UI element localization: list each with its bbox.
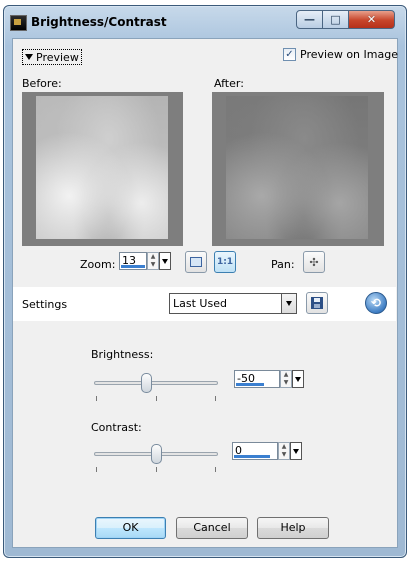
before-label: Before: bbox=[22, 77, 62, 90]
maximize-icon: □ bbox=[330, 13, 341, 26]
settings-preset-select[interactable]: Last Used bbox=[169, 293, 297, 314]
save-preset-button[interactable] bbox=[306, 292, 328, 314]
zoom-to-fit-icon bbox=[190, 257, 202, 267]
brightness-label: Brightness: bbox=[91, 348, 154, 361]
maximize-button[interactable]: □ bbox=[323, 10, 349, 29]
spin-up-icon: ▲ bbox=[281, 443, 287, 450]
help-button[interactable]: Help bbox=[257, 517, 329, 539]
before-preview-image bbox=[36, 96, 168, 239]
contrast-dropdown-button[interactable] bbox=[290, 442, 302, 460]
zoom-input[interactable]: 13 bbox=[119, 252, 147, 270]
brightness-stepper[interactable]: ▲ ▼ bbox=[280, 370, 292, 388]
spin-up-icon: ▲ bbox=[150, 253, 156, 260]
preview-toggle-label: Preview bbox=[36, 50, 79, 64]
after-label: After: bbox=[214, 77, 244, 90]
actual-size-button[interactable]: 1:1 bbox=[214, 251, 236, 273]
pan-label: Pan: bbox=[271, 258, 295, 271]
pan-move-icon: ✣ bbox=[309, 255, 319, 269]
preview-toggle[interactable]: Preview bbox=[22, 49, 82, 65]
minimize-icon: — bbox=[304, 13, 315, 26]
close-button[interactable]: ✕ bbox=[349, 10, 395, 29]
spin-up-icon: ▲ bbox=[283, 371, 289, 378]
preview-on-image-checkbox[interactable]: ✓ Preview on Image bbox=[283, 48, 398, 61]
contrast-stepper[interactable]: ▲ ▼ bbox=[278, 442, 290, 460]
brightness-slider-ticks bbox=[94, 396, 218, 401]
window-title: Brightness/Contrast bbox=[31, 15, 167, 29]
spin-down-icon: ▼ bbox=[283, 379, 289, 386]
zoom-dropdown-button[interactable] bbox=[159, 252, 171, 270]
contrast-fill-bar bbox=[234, 455, 270, 458]
zoom-fill-bar bbox=[121, 265, 145, 268]
window-controls: — □ ✕ bbox=[296, 10, 400, 32]
brightness-input[interactable]: -50 bbox=[234, 370, 280, 388]
brightness-slider-track bbox=[94, 381, 218, 385]
actual-size-icon: 1:1 bbox=[216, 257, 234, 267]
brightness-slider[interactable] bbox=[94, 373, 218, 401]
cancel-button[interactable]: Cancel bbox=[176, 517, 248, 539]
brightness-dropdown-button[interactable] bbox=[292, 370, 304, 388]
preview-on-image-label: Preview on Image bbox=[300, 48, 398, 61]
minimize-button[interactable]: — bbox=[296, 10, 323, 29]
close-icon: ✕ bbox=[366, 13, 377, 26]
spin-down-icon: ▼ bbox=[281, 451, 287, 458]
zoom-stepper[interactable]: ▲ ▼ bbox=[147, 252, 159, 270]
checkmark-icon: ✓ bbox=[283, 48, 296, 61]
app-icon bbox=[10, 15, 27, 31]
dropdown-arrow-icon bbox=[162, 258, 168, 264]
brightness-spinner[interactable]: -50 ▲ ▼ bbox=[234, 370, 304, 390]
brightness-fill-bar bbox=[236, 383, 264, 386]
ok-button[interactable]: OK bbox=[95, 517, 166, 539]
contrast-slider[interactable] bbox=[94, 444, 218, 472]
zoom-spinner[interactable]: 13 ▲ ▼ bbox=[119, 252, 171, 272]
reset-icon: ⟲ bbox=[370, 296, 382, 310]
settings-preset-value: Last Used bbox=[169, 293, 281, 314]
floppy-disk-icon bbox=[311, 297, 323, 309]
settings-label: Settings bbox=[22, 298, 68, 311]
contrast-label: Contrast: bbox=[91, 421, 142, 434]
pan-button[interactable]: ✣ bbox=[303, 251, 325, 273]
collapse-triangle-icon bbox=[25, 54, 33, 60]
settings-dropdown-button[interactable] bbox=[281, 293, 297, 314]
dropdown-arrow-icon bbox=[286, 301, 292, 306]
before-preview-pane[interactable] bbox=[22, 92, 183, 246]
reset-button[interactable]: ⟲ bbox=[365, 292, 387, 314]
zoom-to-fit-button[interactable] bbox=[185, 251, 207, 273]
spin-down-icon: ▼ bbox=[150, 261, 156, 268]
contrast-slider-ticks bbox=[94, 467, 218, 472]
brightness-slider-thumb[interactable] bbox=[141, 373, 152, 393]
dropdown-arrow-icon bbox=[295, 376, 301, 382]
contrast-input[interactable]: 0 bbox=[232, 442, 278, 460]
contrast-slider-thumb[interactable] bbox=[151, 444, 162, 464]
dropdown-arrow-icon bbox=[293, 448, 299, 454]
after-preview-image bbox=[226, 96, 368, 239]
contrast-spinner[interactable]: 0 ▲ ▼ bbox=[232, 442, 302, 462]
zoom-label: Zoom: bbox=[80, 258, 116, 271]
after-preview-pane[interactable] bbox=[212, 92, 384, 246]
